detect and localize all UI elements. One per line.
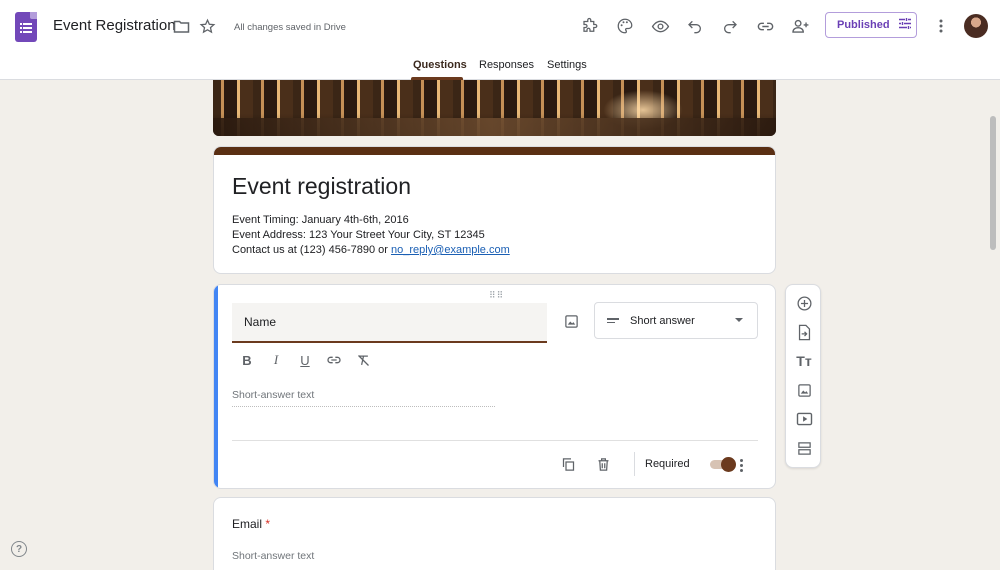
contact-text: Contact us at (123) 456-7890 or bbox=[232, 244, 391, 256]
clear-formatting-icon[interactable] bbox=[354, 351, 372, 369]
redo-icon[interactable] bbox=[718, 14, 742, 38]
add-title-description-icon[interactable]: Tт bbox=[793, 350, 815, 372]
tab-questions[interactable]: Questions bbox=[413, 59, 467, 71]
question-title-text: Email bbox=[232, 517, 263, 531]
help-icon[interactable]: ? bbox=[11, 541, 27, 557]
theme-accent-bar bbox=[214, 147, 775, 155]
drag-handle-icon[interactable]: ⠿⠿ bbox=[489, 290, 504, 301]
card-divider bbox=[232, 440, 758, 441]
short-answer-placeholder: Short-answer text bbox=[232, 550, 315, 562]
italic-icon[interactable]: I bbox=[267, 351, 285, 369]
underline-icon[interactable]: U bbox=[296, 351, 314, 369]
form-title-card[interactable]: Event registration Event Timing: January… bbox=[213, 146, 776, 274]
user-avatar[interactable] bbox=[964, 14, 988, 38]
short-answer-placeholder: Short-answer text bbox=[232, 389, 495, 407]
preview-eye-icon[interactable] bbox=[648, 14, 672, 38]
forms-logo-icon[interactable] bbox=[15, 12, 37, 42]
customize-theme-palette-icon[interactable] bbox=[613, 14, 637, 38]
floating-toolbar: Tт bbox=[785, 284, 821, 468]
published-label: Published bbox=[837, 19, 890, 31]
header-banner-image bbox=[213, 80, 776, 136]
tab-settings[interactable]: Settings bbox=[547, 59, 587, 71]
move-folder-icon[interactable] bbox=[169, 14, 193, 38]
form-description-line: Event Timing: January 4th-6th, 2016 bbox=[232, 214, 409, 226]
form-title[interactable]: Event registration bbox=[232, 173, 411, 200]
addons-puzzle-icon[interactable] bbox=[578, 14, 602, 38]
add-section-icon[interactable] bbox=[793, 437, 815, 459]
form-description-contact: Contact us at (123) 456-7890 or no_reply… bbox=[232, 244, 510, 256]
undo-icon[interactable] bbox=[683, 14, 707, 38]
form-description-line: Event Address: 123 Your Street Your City… bbox=[232, 229, 485, 241]
published-button[interactable]: Published bbox=[825, 12, 917, 38]
footer-separator bbox=[634, 452, 635, 476]
star-icon[interactable] bbox=[195, 14, 219, 38]
active-question-indicator bbox=[214, 285, 218, 488]
chevron-down-icon bbox=[735, 318, 743, 322]
question-type-dropdown[interactable]: Short answer bbox=[594, 302, 758, 339]
add-question-icon[interactable] bbox=[793, 292, 815, 314]
app-header: Event Registration All changes saved in … bbox=[0, 0, 1000, 80]
contact-email-link[interactable]: no_reply@example.com bbox=[391, 244, 510, 256]
publish-settings-tune-icon bbox=[898, 17, 912, 33]
tab-responses[interactable]: Responses bbox=[479, 59, 534, 71]
question-card-email[interactable]: Email * Short-answer text bbox=[213, 497, 776, 570]
page-scrollbar[interactable] bbox=[990, 116, 996, 250]
short-answer-icon bbox=[607, 316, 619, 325]
copy-link-icon[interactable] bbox=[753, 14, 777, 38]
question-more-options-icon[interactable] bbox=[736, 456, 746, 474]
add-image-icon[interactable] bbox=[561, 311, 581, 331]
add-video-icon[interactable] bbox=[793, 408, 815, 430]
form-tabs: Questions Responses Settings bbox=[0, 56, 1000, 80]
add-image-icon[interactable] bbox=[793, 379, 815, 401]
bold-icon[interactable]: B bbox=[238, 351, 256, 369]
question-title: Email * bbox=[232, 517, 270, 531]
insert-link-icon[interactable] bbox=[325, 351, 343, 369]
duplicate-icon[interactable] bbox=[559, 455, 577, 473]
save-status: All changes saved in Drive bbox=[234, 22, 346, 33]
question-card-name[interactable]: ⠿⠿ Name Short answer B I U Short-answer … bbox=[213, 284, 776, 489]
delete-trash-icon[interactable] bbox=[594, 455, 612, 473]
question-type-value: Short answer bbox=[630, 314, 695, 327]
required-label: Required bbox=[645, 458, 690, 470]
more-options-icon[interactable] bbox=[929, 14, 953, 38]
required-toggle[interactable] bbox=[708, 457, 736, 472]
question-title-input[interactable]: Name bbox=[232, 303, 547, 343]
import-questions-icon[interactable] bbox=[793, 321, 815, 343]
add-collaborators-icon[interactable] bbox=[788, 14, 812, 38]
required-asterisk: * bbox=[265, 517, 271, 531]
document-title[interactable]: Event Registration bbox=[53, 17, 176, 34]
